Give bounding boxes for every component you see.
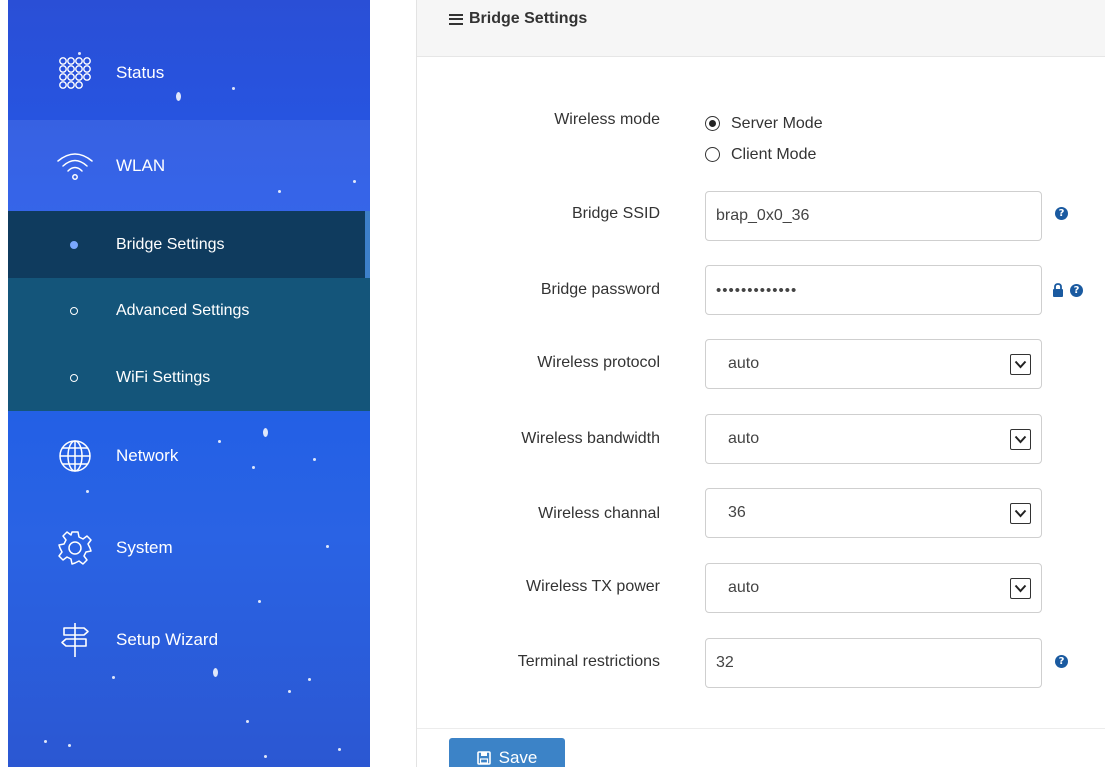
- gear-icon: [56, 529, 94, 567]
- divider: [417, 728, 1105, 729]
- active-dot-icon: [70, 240, 78, 249]
- wlan-submenu: Bridge Settings Advanced Settings WiFi S…: [8, 211, 370, 411]
- wireless-mode-label: Wireless mode: [554, 111, 660, 128]
- save-label: Save: [498, 748, 538, 767]
- wireless-channel-select[interactable]: 36: [705, 488, 1042, 538]
- help-icon[interactable]: ?: [1055, 655, 1068, 668]
- bridge-password-label: Bridge password: [540, 281, 660, 298]
- radio-client-mode[interactable]: Client Mode: [705, 139, 823, 170]
- wireless-bandwidth-label: Wireless bandwidth: [521, 430, 660, 447]
- terminal-restrictions-value: 32: [716, 654, 734, 671]
- list-icon: [449, 13, 463, 25]
- sparkle-decoration: [44, 740, 47, 743]
- panel-title: Bridge Settings: [449, 10, 587, 28]
- sidebar-item-system[interactable]: System: [8, 502, 370, 594]
- wireless-bandwidth-select[interactable]: auto: [705, 414, 1042, 464]
- bridge-ssid-label: Bridge SSID: [571, 205, 660, 222]
- circle-dot-icon: [70, 306, 78, 315]
- sparkle-decoration: [288, 690, 291, 693]
- floppy-disk-icon: [476, 751, 491, 765]
- sidebar-item-status[interactable]: Status: [8, 27, 370, 119]
- select-value: auto: [728, 430, 760, 447]
- wifi-icon: [56, 147, 94, 185]
- help-icon[interactable]: ?: [1055, 207, 1068, 220]
- select-value: 36: [728, 504, 746, 521]
- chevron-down-icon: [1010, 429, 1031, 450]
- radio-label: Client Mode: [731, 145, 817, 163]
- terminal-restrictions-input[interactable]: 32: [705, 638, 1042, 688]
- wireless-protocol-select[interactable]: auto: [705, 339, 1042, 389]
- sparkle-decoration: [68, 744, 71, 747]
- grid-dots-icon: [56, 54, 94, 92]
- wireless-tx-power-label: Wireless TX power: [526, 578, 660, 595]
- bridge-password-input[interactable]: •••••••••••••: [705, 265, 1042, 315]
- submenu-item-wifi-settings[interactable]: WiFi Settings: [8, 344, 370, 411]
- chevron-down-icon: [1010, 503, 1031, 524]
- sparkle-decoration: [338, 748, 341, 751]
- sidebar-item-network[interactable]: Network: [8, 410, 370, 502]
- chevron-down-icon: [1010, 578, 1031, 599]
- signpost-icon: [56, 621, 94, 659]
- chevron-down-icon: [1010, 354, 1031, 375]
- sidebar-item-label: System: [116, 538, 173, 557]
- sidebar-item-label: Setup Wizard: [116, 630, 219, 649]
- radio-selected-icon: [705, 116, 720, 131]
- sidebar-item-label: WLAN: [116, 156, 166, 175]
- router-admin-page: Status WLAN Bridge Settings Advanced Set…: [0, 0, 1105, 767]
- submenu-item-label: Advanced Settings: [116, 301, 250, 319]
- select-value: auto: [728, 355, 760, 372]
- sparkle-decoration: [264, 755, 267, 758]
- globe-icon: [56, 437, 94, 475]
- panel-title-text: Bridge Settings: [469, 10, 588, 27]
- circle-dot-icon: [70, 373, 78, 382]
- submenu-item-label: WiFi Settings: [116, 368, 211, 386]
- bridge-ssid-input[interactable]: brap_0x0_36: [705, 191, 1042, 241]
- radio-unselected-icon: [705, 147, 720, 162]
- wireless-mode-radio-group: Server Mode Client Mode: [705, 108, 823, 170]
- sidebar-item-setup-wizard[interactable]: Setup Wizard: [8, 594, 370, 686]
- terminal-restrictions-label: Terminal restrictions: [517, 653, 660, 670]
- bridge-ssid-value: brap_0x0_36: [716, 207, 810, 224]
- submenu-item-advanced-settings[interactable]: Advanced Settings: [8, 277, 370, 344]
- sidebar-item-label: Network: [116, 446, 179, 465]
- select-value: auto: [728, 579, 760, 596]
- bridge-password-value: •••••••••••••: [716, 281, 798, 299]
- wireless-channel-label: Wireless channal: [538, 505, 660, 522]
- submenu-item-label: Bridge Settings: [116, 235, 225, 253]
- sidebar-item-wlan[interactable]: WLAN: [8, 120, 370, 212]
- radio-label: Server Mode: [731, 114, 823, 132]
- sidebar: Status WLAN Bridge Settings Advanced Set…: [8, 0, 370, 767]
- sparkle-decoration: [246, 720, 249, 723]
- submenu-item-bridge-settings[interactable]: Bridge Settings: [8, 211, 370, 278]
- help-icon[interactable]: ?: [1070, 284, 1083, 297]
- lock-icon[interactable]: [1052, 283, 1064, 298]
- sidebar-item-label: Status: [116, 63, 165, 82]
- panel-header: Bridge Settings: [417, 0, 1105, 57]
- bridge-settings-panel: Bridge Settings Wireless mode Server Mod…: [416, 0, 1105, 767]
- wireless-tx-power-select[interactable]: auto: [705, 563, 1042, 613]
- radio-server-mode[interactable]: Server Mode: [705, 108, 823, 139]
- layout-gap: [370, 0, 416, 767]
- wireless-protocol-label: Wireless protocol: [537, 354, 660, 371]
- save-button[interactable]: Save: [449, 738, 565, 767]
